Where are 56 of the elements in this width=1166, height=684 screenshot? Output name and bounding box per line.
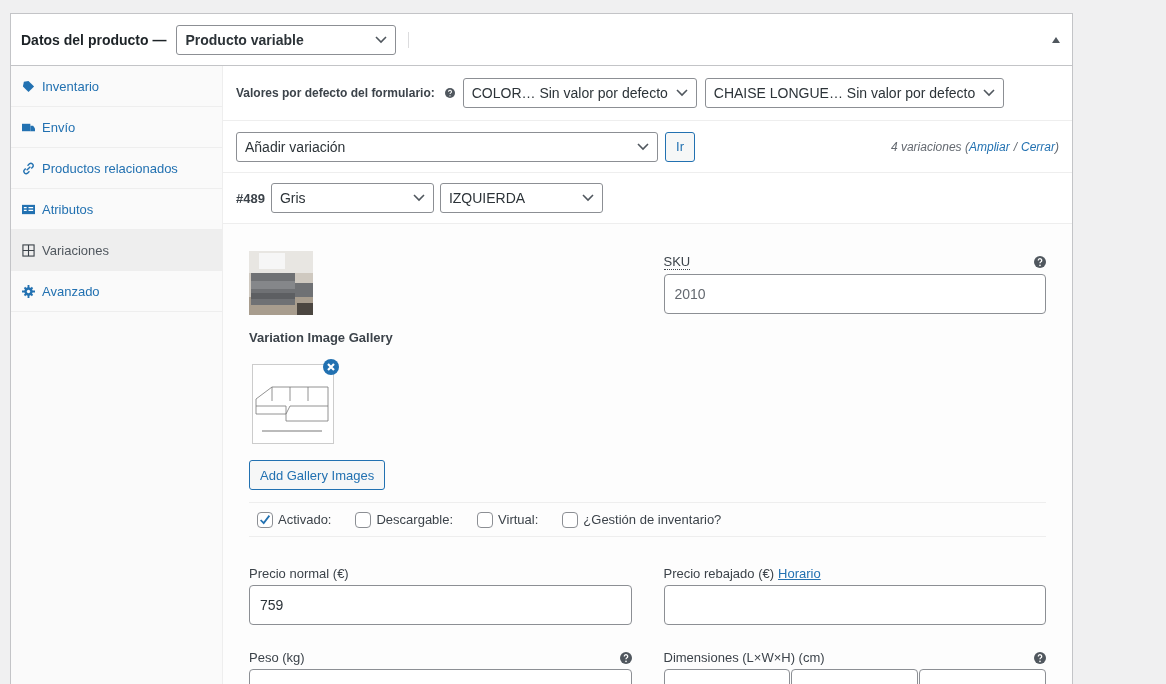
input-field[interactable]: 759 <box>249 585 632 625</box>
go-button[interactable]: Ir <box>665 131 695 162</box>
attribute-select[interactable]: IZQUIERDA <box>439 183 603 213</box>
defaults-label: Valores por defecto del formulario: <box>236 86 435 100</box>
caret-icon <box>637 142 649 151</box>
remove-icon[interactable] <box>323 359 339 375</box>
help-icon[interactable] <box>444 88 455 98</box>
closing-paren: ) <box>1055 139 1059 154</box>
checkbox-label: Activado: <box>278 512 332 527</box>
add-gallery-images-button[interactable]: Add Gallery Images <box>249 460 386 490</box>
checkbox[interactable] <box>355 511 372 528</box>
gallery-title: Variation Image Gallery <box>249 330 393 345</box>
default-value-select[interactable]: CHAISE LONGUE… Sin valor por defecto <box>704 78 1005 108</box>
input-field[interactable] <box>663 585 1046 625</box>
default-value-select[interactable]: COLOR… Sin valor por defecto <box>462 78 697 108</box>
link-icon <box>22 161 35 175</box>
sku-label: SKU <box>663 254 691 270</box>
sidebar-tab[interactable]: Envío <box>11 107 222 148</box>
checkbox-label: Descargable: <box>376 512 454 527</box>
grid-icon <box>22 243 35 257</box>
gear-icon <box>22 284 35 298</box>
sku-field[interactable]: 2010 <box>663 274 1046 314</box>
field-label: Precio normal (€) <box>249 566 349 581</box>
help-icon[interactable] <box>1034 651 1046 664</box>
caret-icon <box>375 35 388 44</box>
help-icon[interactable] <box>1034 256 1046 268</box>
close-link[interactable]: Cerrar <box>1021 139 1055 154</box>
list-icon <box>22 202 35 216</box>
schedule-link[interactable]: Horario <box>778 566 821 581</box>
caret-icon <box>983 89 996 97</box>
product-type-select[interactable]: Producto variable <box>176 24 397 55</box>
tag-icon <box>22 79 35 93</box>
sidebar-tab[interactable]: Productos relacionados <box>11 148 222 189</box>
caret-icon <box>412 194 425 202</box>
caret-icon <box>675 89 688 97</box>
attribute-select[interactable]: Gris <box>270 183 434 213</box>
checkbox-label: Virtual: <box>498 512 539 527</box>
sidebar-tab[interactable]: Variaciones <box>11 230 222 271</box>
collapse-arrow-icon[interactable] <box>1052 36 1060 43</box>
variation-id: #489 <box>236 190 265 206</box>
help-icon[interactable] <box>619 651 632 664</box>
field-label: Precio rebajado (€) <box>663 566 775 581</box>
field-label: Dimensiones (L×W×H) (cm) <box>663 650 825 665</box>
panel-title: Datos del producto — <box>21 31 167 48</box>
variation-count: 4 variaciones ( <box>890 139 969 154</box>
add-variation-select[interactable]: Añadir variación <box>236 131 658 162</box>
checkbox-label: ¿Gestión de inventario? <box>583 512 722 527</box>
sidebar-tab[interactable]: Avanzado <box>11 271 222 312</box>
sidebar-tab[interactable]: Inventario <box>11 66 222 107</box>
expand-link[interactable]: Ampliar <box>968 139 1010 154</box>
checkbox[interactable] <box>562 511 579 528</box>
checkbox[interactable] <box>477 511 494 528</box>
caret-icon <box>581 194 594 202</box>
field-label: Peso (kg) <box>249 650 305 665</box>
separator-text: / <box>1013 139 1017 154</box>
checkbox[interactable] <box>257 511 273 528</box>
